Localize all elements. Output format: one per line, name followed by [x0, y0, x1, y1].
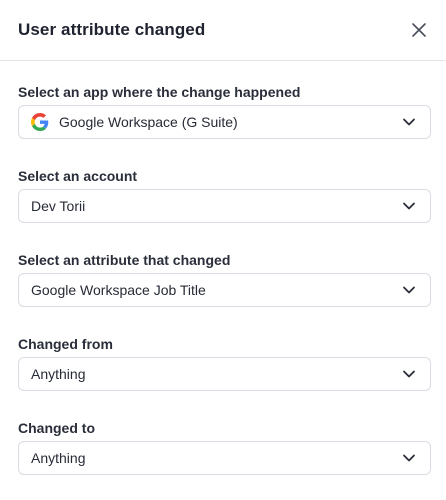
account-select[interactable]: Dev Torii [18, 189, 431, 223]
chevron-down-icon [402, 451, 416, 465]
google-logo-icon [31, 113, 49, 131]
account-select-value: Dev Torii [31, 198, 86, 214]
chevron-down-icon [402, 199, 416, 213]
attribute-select-value: Google Workspace Job Title [31, 282, 206, 298]
changed-to-value: Anything [31, 450, 86, 466]
attribute-select[interactable]: Google Workspace Job Title [18, 273, 431, 307]
chevron-down-icon [402, 283, 416, 297]
chevron-down-icon [402, 367, 416, 381]
app-field-label: Select an app where the change happened [18, 84, 301, 100]
app-select[interactable]: Google Workspace (G Suite) [18, 105, 431, 139]
changed-from-field: Changed from Anything [18, 334, 431, 391]
changed-to-field: Changed to Anything [18, 418, 431, 475]
app-field: Select an app where the change happened … [18, 82, 431, 139]
account-field-label: Select an account [18, 168, 138, 184]
changed-from-select[interactable]: Anything [18, 357, 431, 391]
chevron-down-icon [402, 115, 416, 129]
attribute-field-label: Select an attribute that changed [18, 252, 231, 268]
changed-to-select[interactable]: Anything [18, 441, 431, 475]
trigger-config-panel: User attribute changed Select an app whe… [0, 0, 446, 500]
close-icon [412, 23, 426, 37]
account-field: Select an account Dev Torii [18, 166, 431, 223]
changed-from-value: Anything [31, 366, 86, 382]
changed-from-label: Changed from [18, 336, 113, 352]
panel-header: User attribute changed [0, 0, 446, 61]
attribute-field: Select an attribute that changed Google … [18, 250, 431, 307]
changed-to-label: Changed to [18, 420, 95, 436]
close-button[interactable] [408, 19, 430, 41]
app-select-value: Google Workspace (G Suite) [59, 114, 238, 130]
panel-title: User attribute changed [18, 20, 206, 39]
